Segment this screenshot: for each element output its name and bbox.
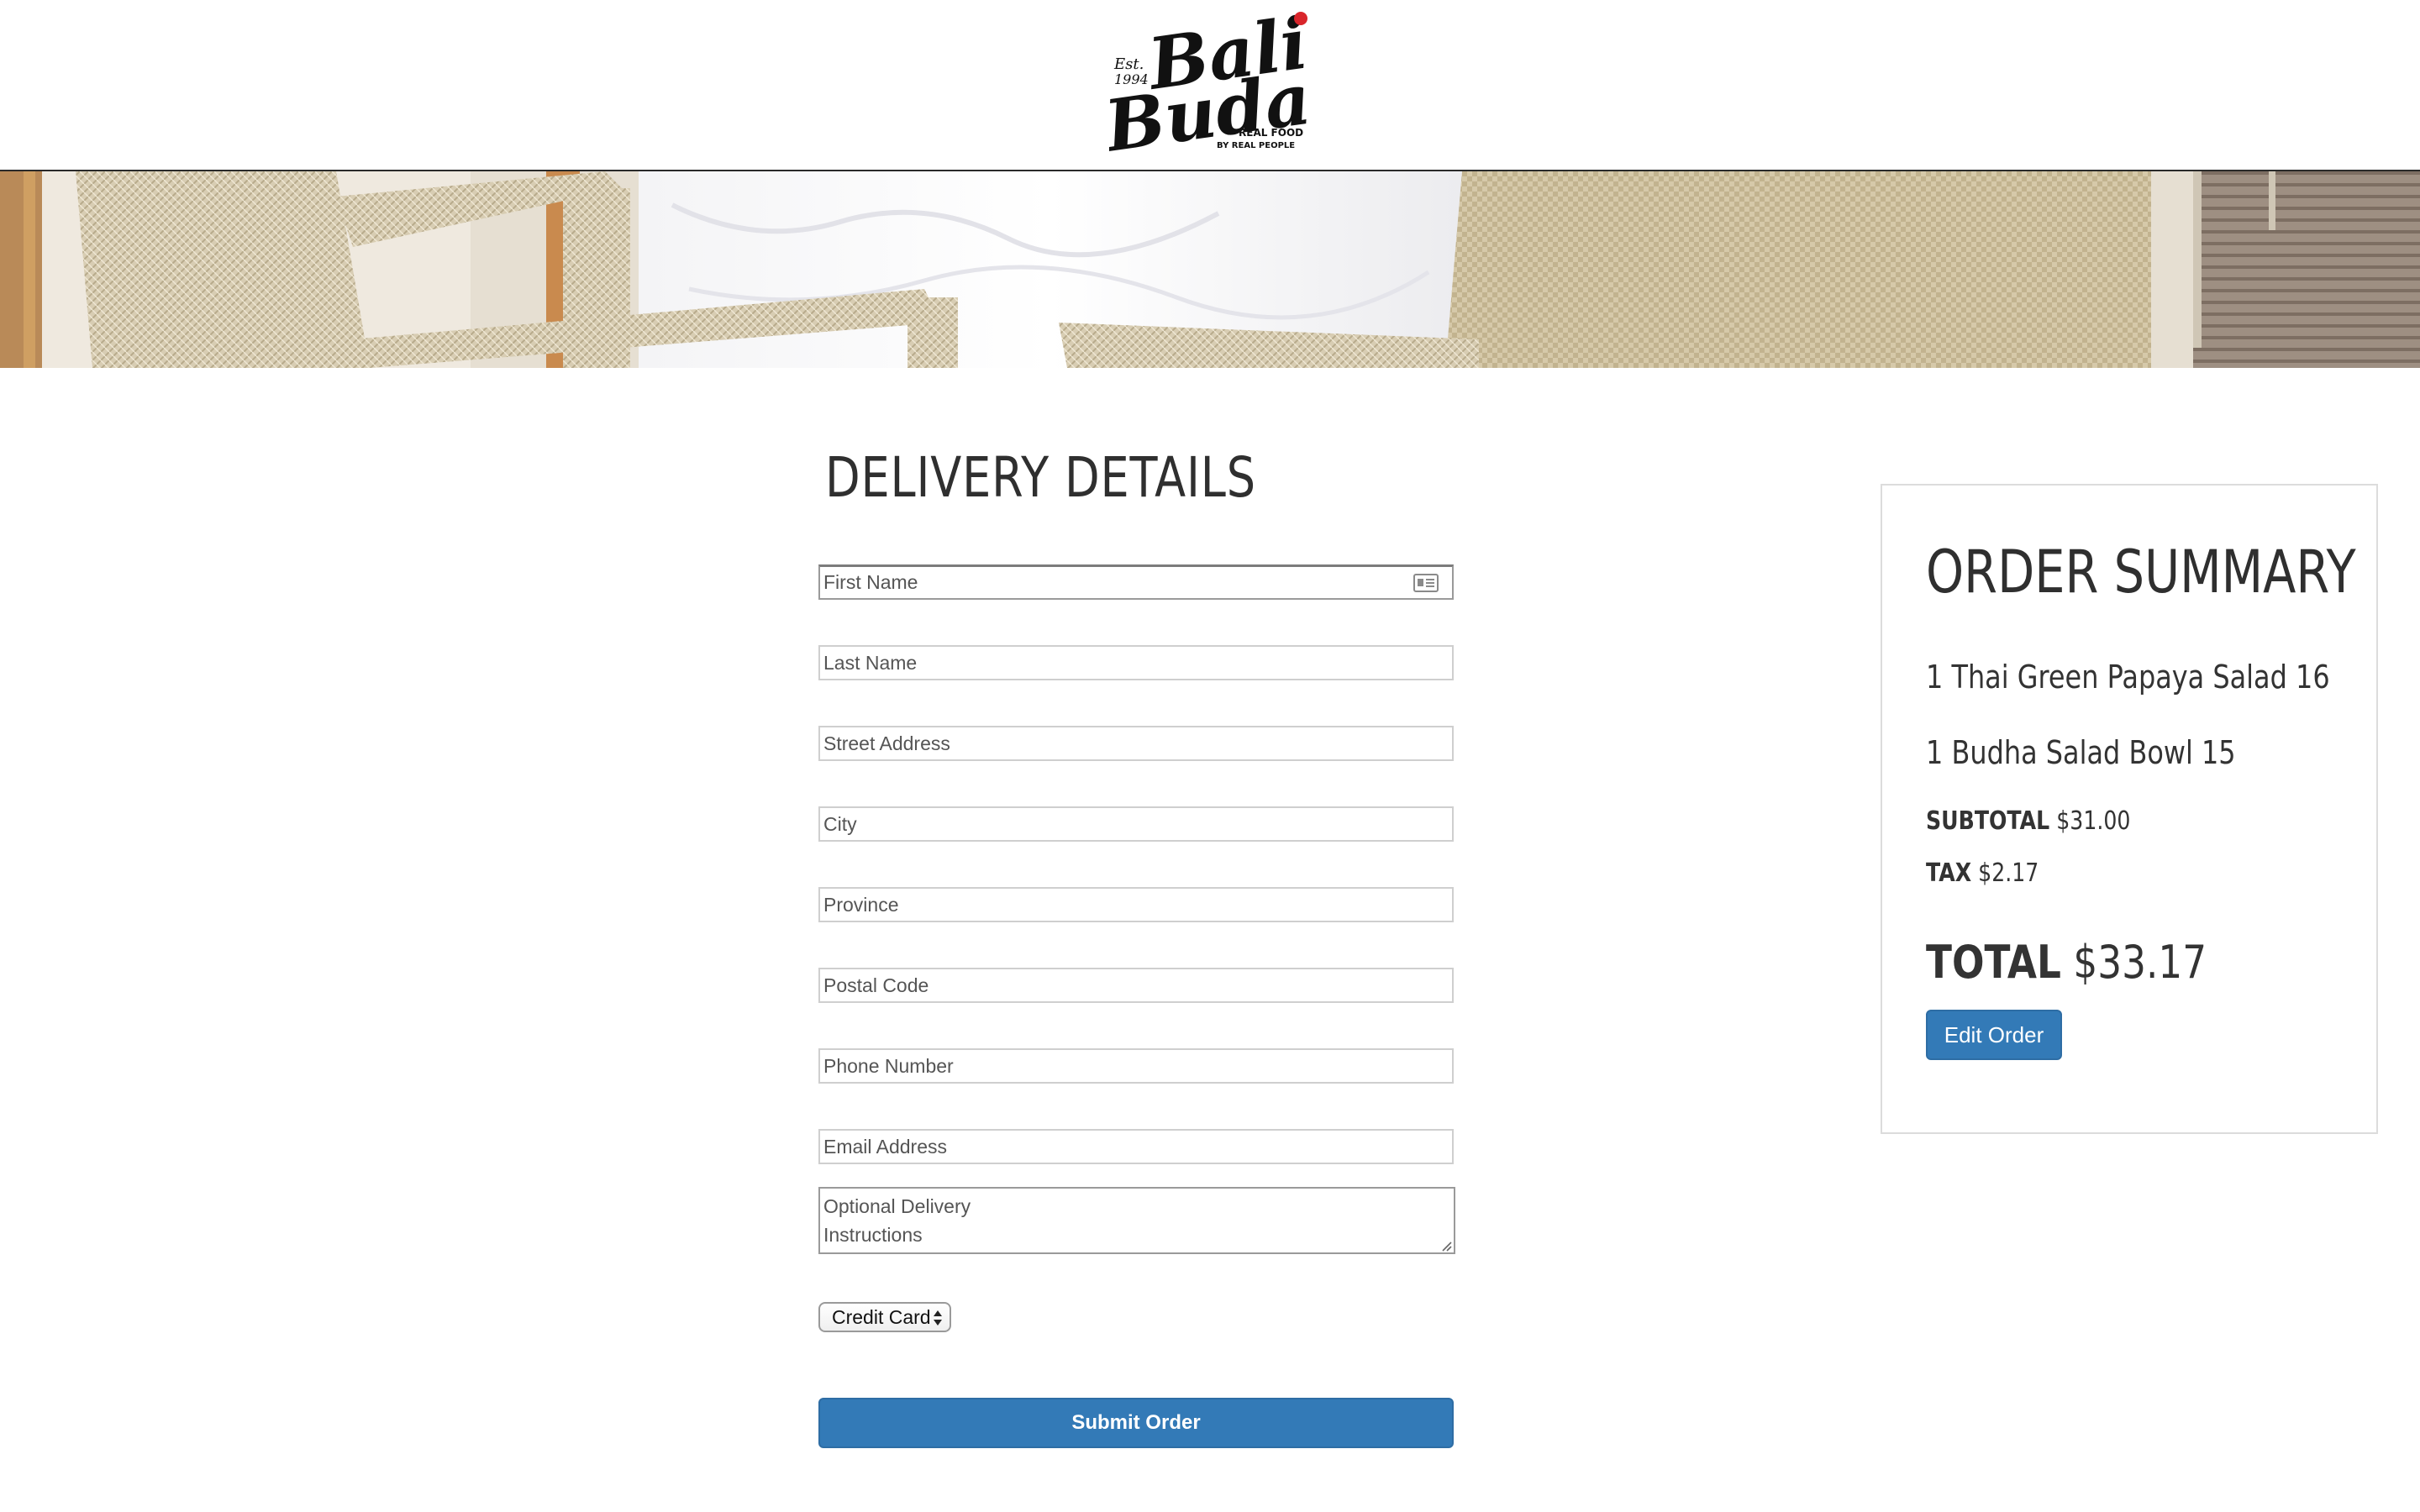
contact-card-icon[interactable] — [1413, 574, 1439, 592]
tax-value: $2.17 — [1978, 858, 2039, 888]
delivery-details-title: DELIVERY DETAILS — [825, 445, 1256, 510]
postal-code-input[interactable] — [818, 968, 1454, 1003]
logo-red-dot — [1294, 12, 1307, 25]
logo-est: Est. — [1113, 55, 1144, 73]
logo-tagline-1: REAL FOOD — [1239, 127, 1303, 139]
subtotal-label: SUBTOTAL — [1926, 806, 2050, 836]
edit-order-button[interactable]: Edit Order — [1926, 1010, 2062, 1060]
submit-order-button[interactable]: Submit Order — [818, 1398, 1454, 1448]
logo-tagline-2: BY REAL PEOPLE — [1217, 141, 1295, 150]
city-input[interactable] — [818, 806, 1454, 842]
delivery-instructions-textarea[interactable] — [818, 1187, 1455, 1254]
site-header: Est. 1994 Bali Buda REAL FOOD BY REAL PE… — [0, 0, 2420, 171]
email-address-input[interactable] — [818, 1129, 1454, 1164]
hero-banner-image — [0, 171, 2420, 368]
logo-graphic: Est. 1994 Bali Buda REAL FOOD BY REAL PE… — [1098, 1, 1316, 168]
total-value: $33.17 — [2073, 936, 2207, 989]
total-label: TOTAL — [1926, 936, 2061, 989]
order-item: 1 Thai Green Papaya Salad 16 — [1926, 659, 2330, 696]
bali-buda-logo[interactable]: Est. 1994 Bali Buda REAL FOOD BY REAL PE… — [1098, 1, 1316, 168]
first-name-input[interactable] — [818, 564, 1454, 600]
order-summary-panel: ORDER SUMMARY 1 Thai Green Papaya Salad … — [1881, 484, 2378, 1134]
subtotal-line: SUBTOTAL $31.00 — [1926, 806, 2130, 836]
select-arrows-icon — [934, 1310, 942, 1326]
province-input[interactable] — [818, 887, 1454, 922]
tax-label: TAX — [1926, 858, 1972, 888]
resize-grip-icon[interactable] — [1440, 1240, 1452, 1252]
total-line: TOTAL $33.17 — [1926, 936, 2207, 989]
street-address-input[interactable] — [818, 726, 1454, 761]
subtotal-value: $31.00 — [2056, 806, 2131, 836]
order-item: 1 Budha Salad Bowl 15 — [1926, 734, 2236, 771]
tax-line: TAX $2.17 — [1926, 858, 2039, 888]
order-summary-title: ORDER SUMMARY — [1926, 538, 2356, 606]
payment-method-select[interactable]: Credit Card — [818, 1302, 951, 1332]
last-name-input[interactable] — [818, 645, 1454, 680]
phone-number-input[interactable] — [818, 1048, 1454, 1084]
payment-method-value: Credit Card — [832, 1306, 931, 1328]
